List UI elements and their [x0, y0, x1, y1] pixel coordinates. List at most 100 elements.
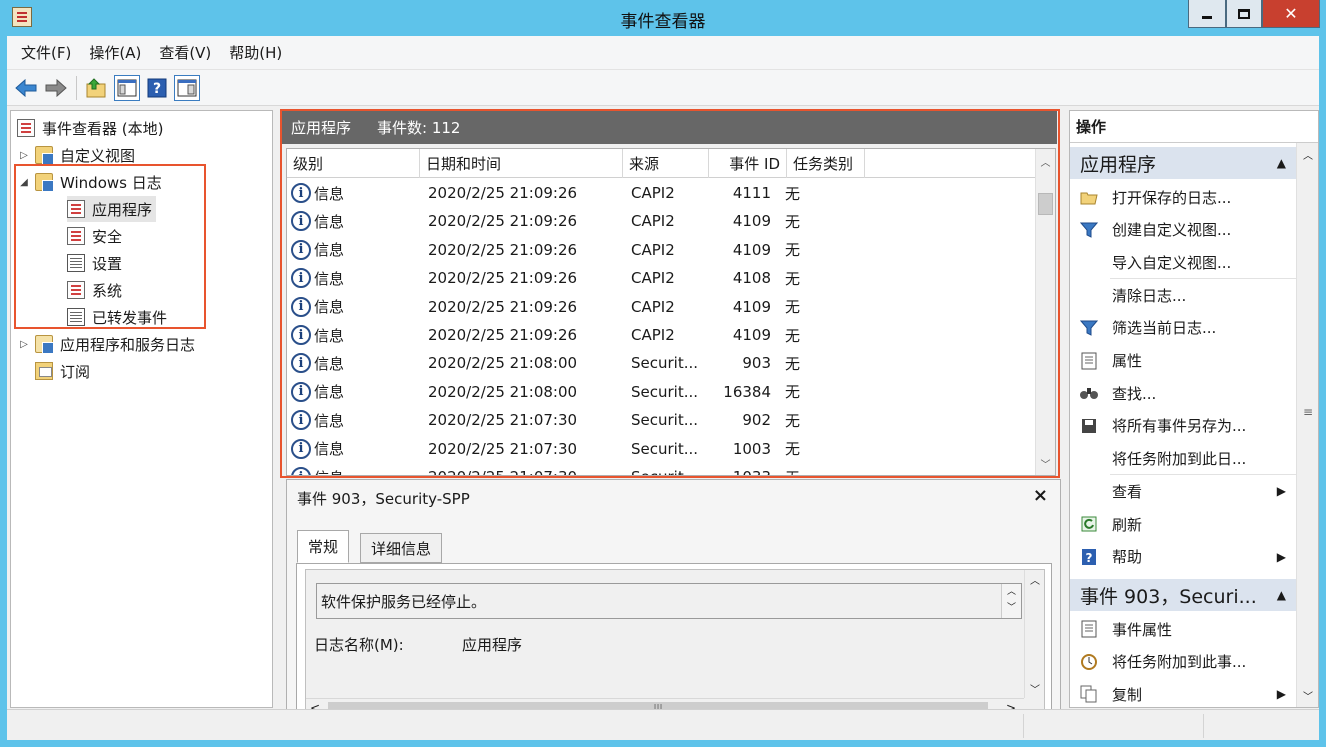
action-item[interactable]: 打开保存的日志... [1070, 181, 1296, 213]
close-detail-icon[interactable]: × [1033, 485, 1048, 506]
scroll-down-icon[interactable]: ﹀ [1036, 453, 1055, 473]
event-row[interactable]: i 信息 2020/2/25 21:09:26 CAPI2 4109 无 [287, 293, 1037, 321]
expand-arrow-icon[interactable]: ▷ [17, 339, 31, 350]
tree-log-setup[interactable]: 设置 [67, 250, 122, 276]
action-pane-icon [177, 79, 197, 96]
tree-log-application[interactable]: 应用程序 [67, 196, 157, 222]
maximize-button[interactable] [1226, 0, 1262, 28]
action-item[interactable]: 将任务附加到此事... [1070, 646, 1296, 678]
close-icon: ✕ [1284, 4, 1298, 23]
scroll-down-icon[interactable]: ﹀ [1297, 688, 1318, 703]
tree-subscriptions[interactable]: 订阅 [35, 358, 90, 384]
scroll-up-icon[interactable]: ︿ [1025, 572, 1045, 587]
action-item[interactable]: 创建自定义视图... [1070, 214, 1296, 246]
event-id: 4109 [732, 240, 771, 259]
show-hide-action-pane-button[interactable] [174, 74, 200, 101]
expand-arrow-icon[interactable]: ▷ [17, 150, 31, 161]
column-source[interactable]: 来源 [623, 149, 709, 178]
action-item[interactable]: 筛选当前日志... [1070, 312, 1296, 344]
log-icon [67, 281, 85, 299]
minimize-button[interactable] [1188, 0, 1226, 28]
tree-log-security[interactable]: 安全 [67, 223, 122, 249]
actions-section-log-label: 应用程序 [1080, 153, 1157, 176]
scroll-up-icon[interactable]: ︿ [1036, 151, 1055, 171]
event-row[interactable]: i 信息 2020/2/25 21:09:26 CAPI2 4109 无 [287, 236, 1037, 264]
tree-log-label: 系统 [92, 281, 123, 300]
column-event-id[interactable]: 事件 ID [709, 149, 787, 178]
action-item[interactable]: 清除日志... [1070, 279, 1296, 311]
event-row[interactable]: i 信息 2020/2/25 21:08:00 Securit... 16384 无 [287, 378, 1037, 406]
event-row[interactable]: i 信息 2020/2/25 21:07:30 Securit... 1003 无 [287, 435, 1037, 463]
collapse-caret-icon[interactable]: ▲ [1277, 156, 1286, 170]
menu-action[interactable]: 操作(A) [83, 42, 153, 63]
action-item[interactable]: 将所有事件另存为... [1070, 410, 1296, 442]
event-row[interactable]: i信息2020/2/25 21:07:30Securit...1033无 [287, 463, 1037, 475]
tab-general[interactable]: 常规 [297, 530, 350, 563]
actions-scrollbar[interactable]: ︿ ≡ ﹀ [1296, 143, 1318, 707]
action-item[interactable]: 复制 ▶ [1070, 678, 1296, 707]
menu-view[interactable]: 查看(V) [153, 42, 223, 63]
back-button[interactable] [13, 75, 39, 101]
console-tree: 事件查看器 (本地) ▷ 自定义视图 ◢ Windows 日志 应用程序 安全 [10, 110, 273, 708]
event-row[interactable]: i 信息 2020/2/25 21:08:00 Securit... 903 无 [287, 349, 1037, 377]
scroll-down-icon[interactable]: ﹀ [1025, 681, 1045, 696]
event-id: 902 [742, 411, 771, 430]
event-source: CAPI2 [631, 269, 675, 288]
help-toolbar-button[interactable]: ? [144, 75, 170, 101]
menu-file[interactable]: 文件(F) [15, 42, 83, 63]
actions-header: 操作 [1070, 111, 1318, 143]
splitter[interactable] [275, 110, 279, 708]
tree-subscriptions-label: 订阅 [60, 362, 91, 381]
collapse-caret-icon[interactable]: ▲ [1277, 588, 1286, 602]
column-task-category[interactable]: 任务类别 [787, 149, 865, 178]
action-item[interactable]: 属性 [1070, 345, 1296, 377]
actions-section-event[interactable]: 事件 903，Securi... ▲ [1070, 579, 1296, 611]
action-item[interactable]: 事件属性 [1070, 613, 1296, 645]
close-button[interactable]: ✕ [1262, 0, 1320, 28]
tab-details[interactable]: 详细信息 [360, 533, 443, 563]
event-level: i信息 [287, 325, 420, 346]
action-item[interactable]: 将任务附加到此日... [1070, 443, 1296, 475]
action-item[interactable]: 查找... [1070, 377, 1296, 409]
event-datetime: 2020/2/25 21:07:30 [420, 468, 623, 475]
message-scroll-arrows[interactable]: ︿ ﹀ [1001, 584, 1021, 618]
collapse-arrow-icon[interactable]: ◢ [17, 177, 31, 188]
information-icon: i [291, 410, 311, 431]
tree-root[interactable]: 事件查看器 (本地) [17, 115, 163, 141]
action-item[interactable]: 查看 ▶ [1070, 475, 1296, 507]
actions-section-log[interactable]: 应用程序 ▲ [1070, 147, 1296, 179]
up-folder-button[interactable] [84, 75, 110, 101]
scroll-up-icon[interactable]: ︿ [1297, 147, 1318, 162]
tree-log-label: 设置 [92, 254, 123, 273]
event-row[interactable]: i 信息 2020/2/25 21:09:26 CAPI2 4108 无 [287, 264, 1037, 292]
general-panel: 软件保护服务已经停止。 ︿﹀ 日志名称(M): 应用程序 ︿ ﹀ < ||| > [305, 569, 1045, 721]
column-level[interactable]: 级别 [287, 149, 420, 178]
event-row[interactable]: i 信息 2020/2/25 21:09:26 CAPI2 4109 无 [287, 321, 1037, 349]
event-row[interactable]: i 信息 2020/2/25 21:09:26 CAPI2 4111 无 [287, 179, 1037, 207]
subscription-icon [35, 362, 53, 380]
detail-vscroll[interactable]: ︿ ﹀ [1024, 570, 1044, 698]
action-item[interactable]: ? 帮助 ▶ [1070, 541, 1296, 573]
svg-text:?: ? [153, 81, 161, 97]
tree-log-forwarded[interactable]: 已转发事件 [67, 304, 167, 330]
tree-app-service-logs[interactable]: ▷ 应用程序和服务日志 [17, 331, 195, 357]
tree-windows-logs[interactable]: ◢ Windows 日志 [17, 169, 162, 195]
tree-log-system[interactable]: 系统 [67, 277, 122, 303]
scrollbar-grip-icon[interactable]: ≡ [1297, 405, 1318, 419]
show-hide-tree-button[interactable] [114, 74, 140, 101]
scrollbar-thumb[interactable] [1038, 193, 1053, 215]
title-bar: 事件查看器 ✕ [0, 0, 1326, 36]
event-row[interactable]: i 信息 2020/2/25 21:09:26 CAPI2 4109 无 [287, 207, 1037, 235]
event-level-text: 信息 [314, 411, 345, 430]
menu-help[interactable]: 帮助(H) [223, 42, 294, 63]
action-label: 查看 [1112, 482, 1143, 501]
action-item[interactable]: 刷新 [1070, 508, 1296, 540]
action-item[interactable]: 导入自定义视图... [1070, 246, 1296, 278]
forward-button[interactable] [43, 75, 69, 101]
column-datetime[interactable]: 日期和时间 [420, 149, 623, 178]
tree-custom-views[interactable]: ▷ 自定义视图 [17, 142, 135, 168]
folder-icon [35, 335, 54, 354]
event-level: i信息 [287, 268, 420, 289]
event-list-scrollbar[interactable]: ︿ ﹀ [1035, 149, 1055, 475]
event-row[interactable]: i 信息 2020/2/25 21:07:30 Securit... 902 无 [287, 406, 1037, 434]
